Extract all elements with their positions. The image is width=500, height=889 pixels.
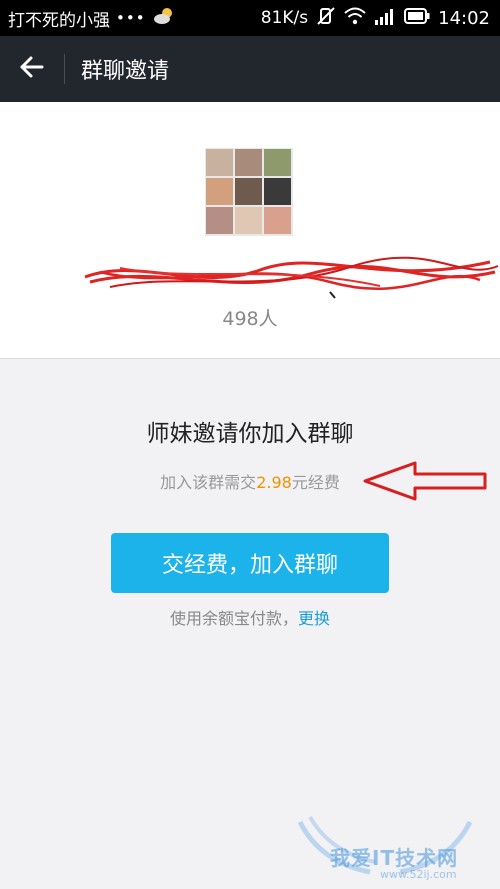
annotation-arrow: [363, 461, 487, 501]
change-payment-link[interactable]: 更换: [298, 609, 330, 628]
watermark-url: www.52ij.com: [380, 868, 457, 881]
group-avatar: [205, 148, 293, 236]
back-button[interactable]: [0, 36, 64, 102]
group-card: 498人: [0, 102, 500, 359]
back-arrow-icon: [19, 55, 45, 83]
network-speed: 81K/s: [260, 8, 309, 28]
weather-cloud-icon: [152, 6, 176, 31]
mute-icon: [316, 6, 336, 31]
member-avatar: [235, 178, 262, 205]
fee-amount: 2.98: [256, 473, 292, 492]
wifi-icon: [344, 7, 366, 30]
member-avatar: [264, 207, 291, 234]
member-avatar: [264, 178, 291, 205]
member-avatar: [206, 149, 233, 176]
payment-method: 使用余额宝付款，更换: [0, 605, 500, 629]
member-count: 498人: [222, 308, 278, 330]
payment-method-label: 使用余额宝付款，: [169, 609, 298, 628]
watermark-text: 我爱IT技术网: [330, 846, 459, 870]
fee-suffix: 元经费: [291, 473, 340, 492]
page-title: 群聊邀请: [81, 59, 170, 84]
title-bar: 群聊邀请: [0, 36, 500, 102]
clock-time: 14:02: [438, 7, 490, 29]
status-bar: 打不死的小强 ••• 81K/s 14:02: [0, 0, 500, 36]
fee-prefix: 加入该群需交: [160, 473, 257, 492]
pay-and-join-button[interactable]: 交经费，加入群聊: [111, 533, 389, 593]
member-avatar: [264, 149, 291, 176]
battery-icon: [404, 7, 430, 29]
signal-icon: [374, 7, 396, 30]
member-avatar: [235, 149, 262, 176]
notification-dots: •••: [116, 9, 146, 27]
member-avatar: [206, 207, 233, 234]
member-avatar: [235, 207, 262, 234]
redacted-group-name: [84, 256, 499, 299]
status-left: 打不死的小强 •••: [0, 6, 176, 31]
status-right: 81K/s 14:02: [261, 6, 500, 31]
member-avatar: [206, 178, 233, 205]
carrier-name: 打不死的小强: [8, 10, 110, 31]
invite-title: 师妹邀请你加入群聊: [146, 421, 354, 447]
title-divider: [64, 54, 65, 84]
